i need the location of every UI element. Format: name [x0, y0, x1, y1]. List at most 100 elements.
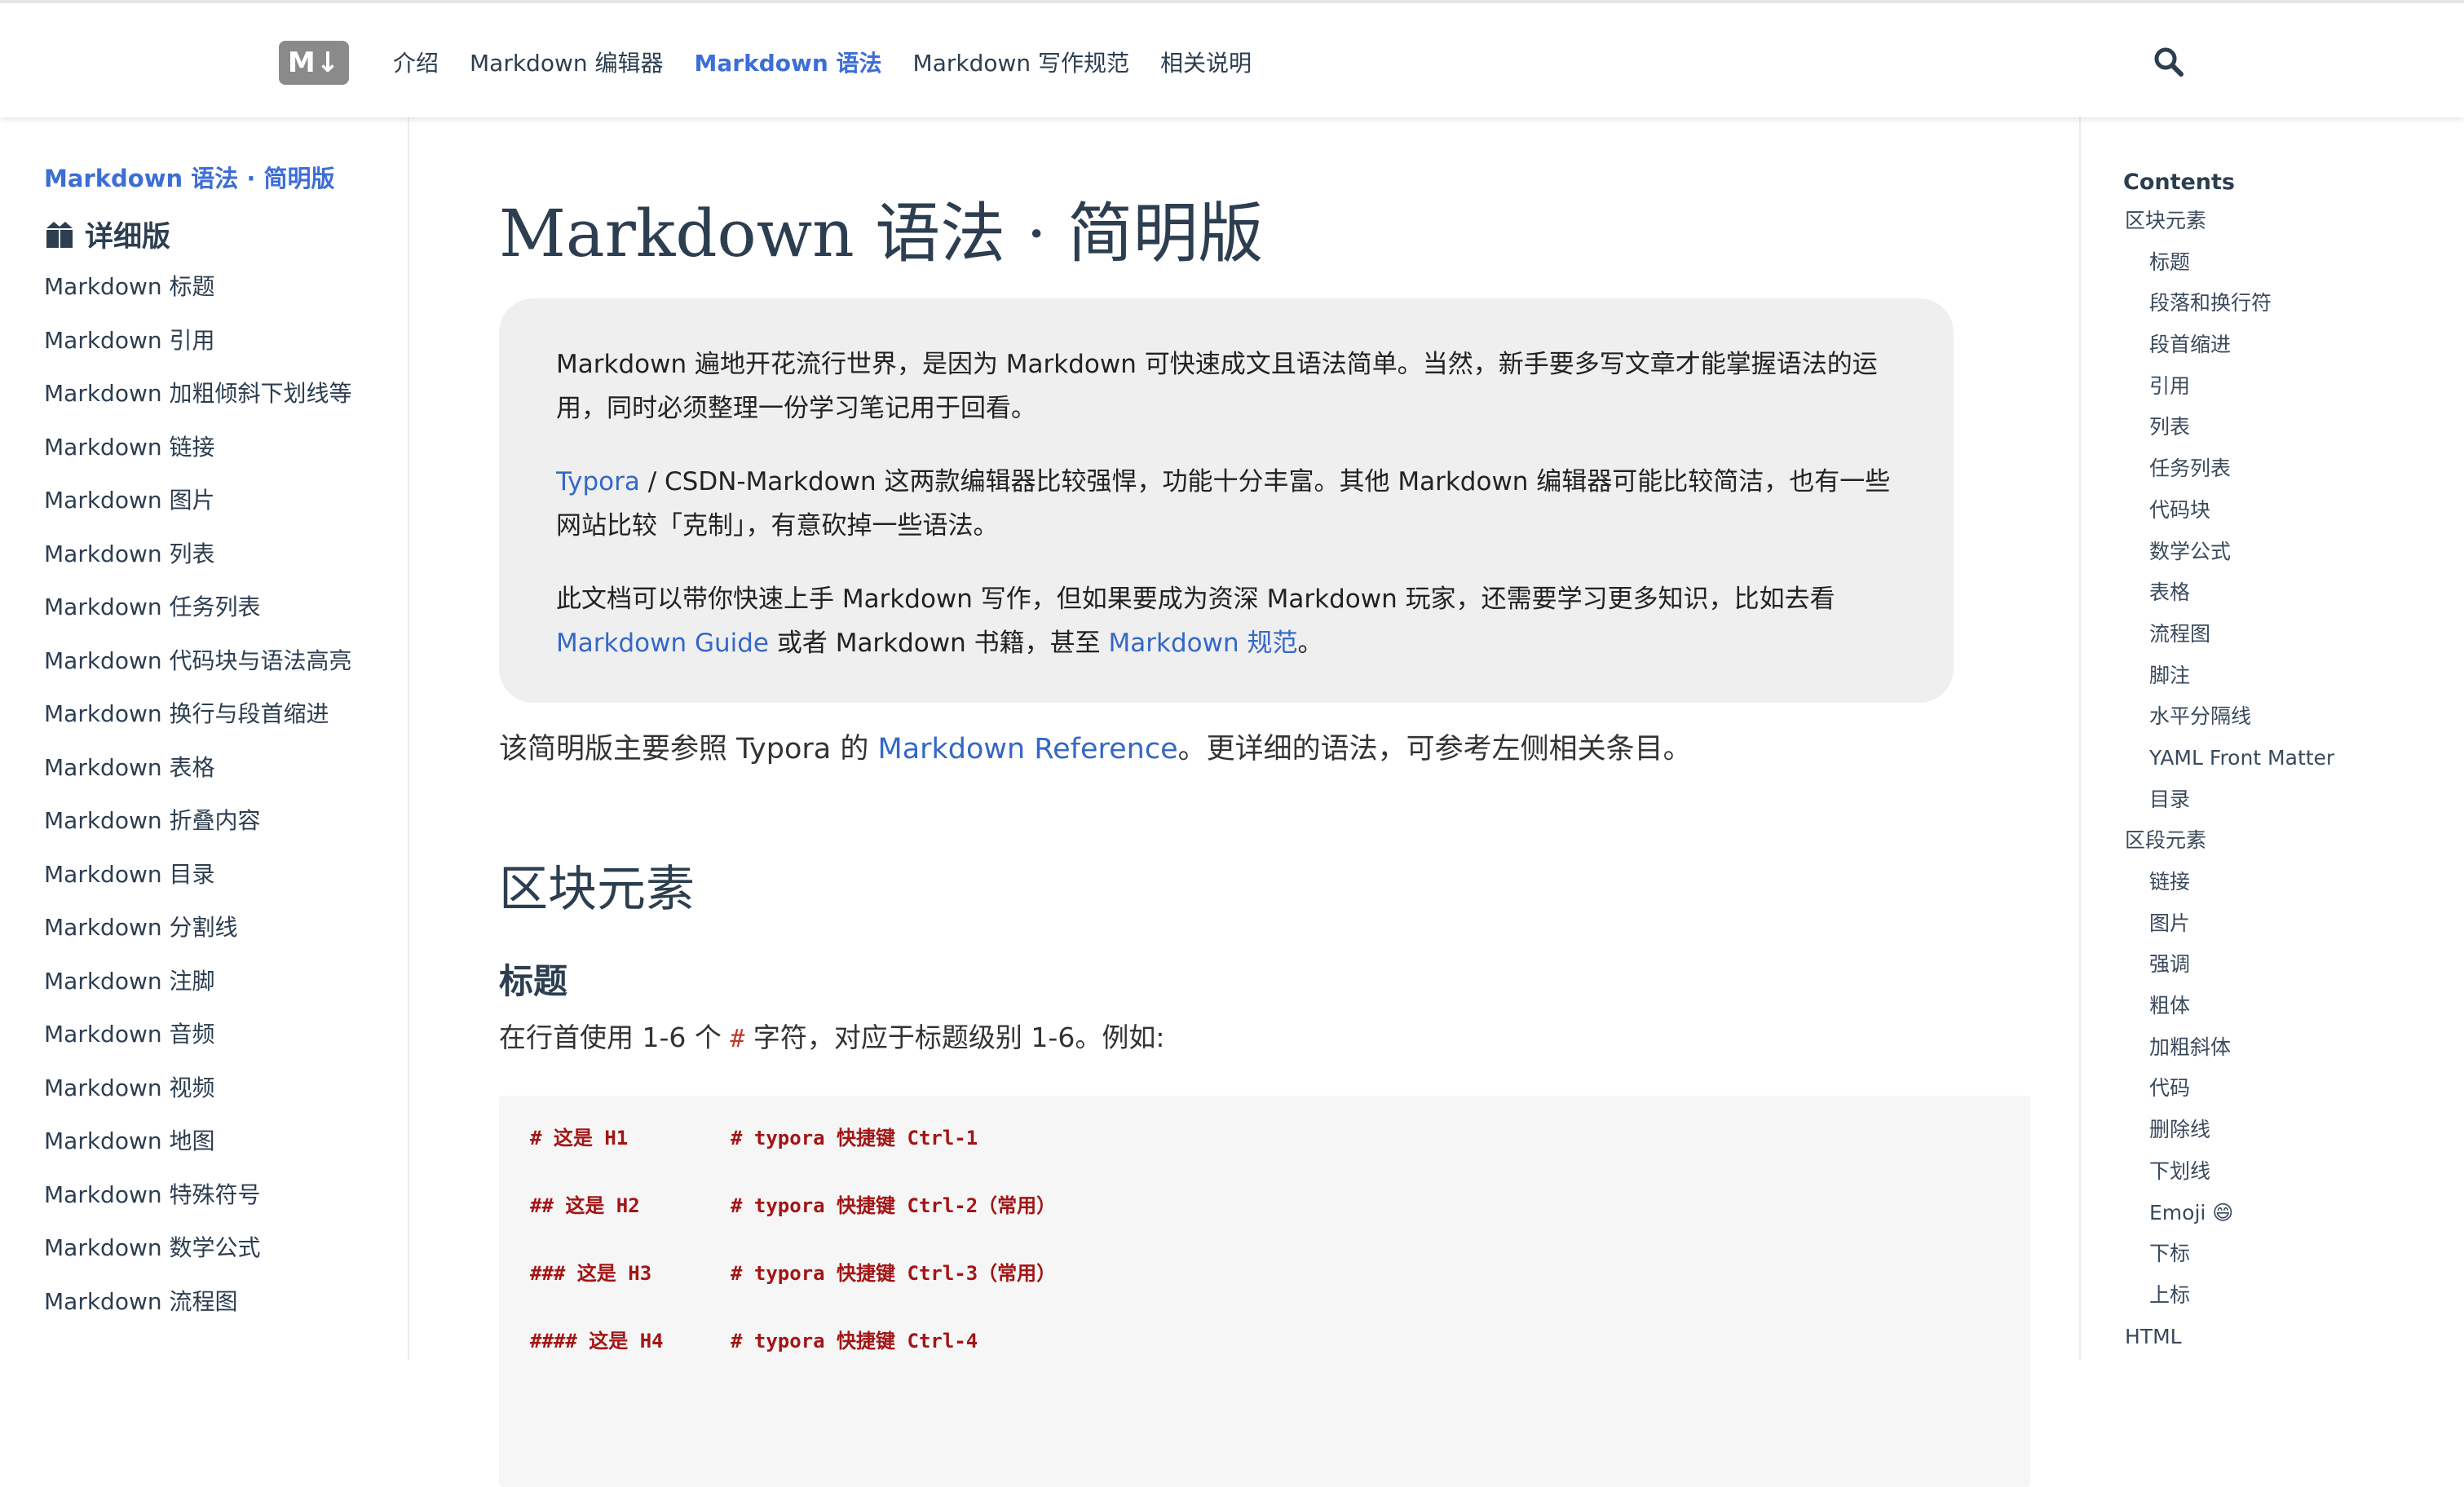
sidebar-group-label: 详细版 — [85, 221, 171, 254]
main-nav: 介绍 Markdown 编辑器 Markdown 语法 Markdown 写作规… — [393, 3, 1283, 121]
section-heading-block-elements: 区块元素 — [499, 861, 695, 918]
markdown-reference-link[interactable]: Markdown Reference — [878, 733, 1178, 766]
intro-paragraph-1: Markdown 遍地开花流行世界，是因为 Markdown 可快速成文且语法简… — [556, 350, 1878, 423]
code-line: # 这是 H1 # typora 快捷键 Ctrl-1 — [499, 1122, 2030, 1189]
intro-paragraph-2-text: / CSDN-Markdown 这两款编辑器比较强悍，功能十分丰富。其他 Mar… — [556, 467, 1891, 541]
sidebar-item[interactable]: Markdown 音频 — [44, 1021, 352, 1075]
nav-item-syntax[interactable]: Markdown 语法 — [695, 46, 882, 78]
toc-section-item[interactable]: 区段元素 — [2081, 828, 2334, 870]
intro-paragraph-3-text: 。 — [1297, 629, 1323, 658]
toc-item[interactable]: 目录 — [2081, 788, 2334, 829]
toc-item[interactable]: 代码块 — [2081, 498, 2334, 540]
sidebar-item[interactable]: Markdown 目录 — [44, 861, 352, 916]
toc-item[interactable]: 图片 — [2081, 911, 2334, 953]
code-text: #### 这是 H4 — [530, 1330, 664, 1352]
lead-paragraph: 该简明版主要参照 Typora 的 Markdown Reference。更详细… — [499, 727, 1692, 771]
sidebar-item[interactable]: Markdown 特殊符号 — [44, 1181, 352, 1236]
markdown-spec-link[interactable]: Markdown 规范 — [1109, 629, 1298, 658]
nav-item-notes[interactable]: 相关说明 — [1160, 46, 1252, 78]
lead-text: 该简明版主要参照 Typora 的 — [499, 733, 878, 766]
code-text: ## 这是 H2 — [530, 1194, 640, 1217]
page-title: Markdown 语法 · 简明版 — [499, 196, 1264, 271]
package-icon — [46, 221, 73, 248]
inline-code: # — [730, 1025, 745, 1053]
sidebar-list: Markdown 标题 Markdown 引用 Markdown 加粗倾斜下划线… — [44, 274, 352, 1342]
search-button[interactable] — [2153, 46, 2185, 78]
sidebar-item[interactable]: Markdown 加粗倾斜下划线等 — [44, 381, 352, 435]
toc-item[interactable]: 下标 — [2081, 1242, 2334, 1283]
toc-item[interactable]: YAML Front Matter — [2081, 746, 2334, 788]
desc-text: 在行首使用 1-6 个 — [499, 1021, 731, 1053]
table-of-contents: Contents 区块元素 标题 段落和换行符 段首缩进 引用 列表 任务列表 代码块 数学公式… — [2079, 117, 2464, 1360]
toc-item[interactable]: 上标 — [2081, 1283, 2334, 1325]
sidebar-item[interactable]: Markdown 列表 — [44, 541, 352, 595]
sidebar-item[interactable]: Markdown 地图 — [44, 1128, 352, 1182]
markdown-guide-link[interactable]: Markdown Guide — [556, 629, 769, 658]
toc-item[interactable]: 下划线 — [2081, 1159, 2334, 1201]
toc-item[interactable]: 表格 — [2081, 580, 2334, 622]
toc-list: 区块元素 标题 段落和换行符 段首缩进 引用 列表 任务列表 代码块 数学公式 表格 流程图 脚注 水平… — [2081, 209, 2334, 1366]
toc-item[interactable]: 水平分隔线 — [2081, 704, 2334, 746]
nav-item-editor[interactable]: Markdown 编辑器 — [470, 46, 664, 78]
code-comment: # typora 快捷键 Ctrl-1 — [731, 1127, 978, 1149]
sidebar-item[interactable]: Markdown 表格 — [44, 754, 352, 809]
sidebar-item[interactable]: Markdown 注脚 — [44, 968, 352, 1022]
toc-item[interactable]: 列表 — [2081, 415, 2334, 457]
nav-item-intro[interactable]: 介绍 — [393, 46, 439, 78]
sidebar-item[interactable]: Markdown 折叠内容 — [44, 808, 352, 862]
markdown-logo[interactable]: M↓ — [279, 41, 349, 85]
toc-item[interactable]: 段落和换行符 — [2081, 291, 2334, 333]
code-comment: # typora 快捷键 Ctrl-3（常用） — [731, 1262, 1057, 1285]
code-comment: # typora 快捷键 Ctrl-4 — [731, 1330, 978, 1352]
toc-item[interactable]: 标题 — [2081, 250, 2334, 292]
intro-paragraph-3: 此文档可以带你快速上手 Markdown 写作，但如果要成为资深 Markdow… — [556, 577, 1897, 665]
sidebar-item[interactable]: Markdown 图片 — [44, 488, 352, 541]
intro-paragraph-3-text: 此文档可以带你快速上手 Markdown 写作，但如果要成为资深 Markdow… — [556, 585, 1835, 614]
toc-item[interactable]: 引用 — [2081, 374, 2334, 416]
toc-item[interactable]: 加粗斜体 — [2081, 1035, 2334, 1077]
toc-title: Contents — [2123, 170, 2236, 195]
toc-section-item[interactable]: 区块元素 — [2081, 209, 2334, 250]
sidebar-group-detailed[interactable]: 详细版 — [44, 214, 170, 255]
toc-item[interactable]: 任务列表 — [2081, 457, 2334, 498]
code-text: # 这是 H1 — [530, 1127, 629, 1149]
typora-link[interactable]: Typora — [556, 467, 640, 496]
toc-item[interactable]: 脚注 — [2081, 664, 2334, 705]
toc-item[interactable]: 删除线 — [2081, 1118, 2334, 1159]
sidebar-item[interactable]: Markdown 分割线 — [44, 915, 352, 969]
code-comment: # typora 快捷键 Ctrl-2（常用） — [731, 1194, 1057, 1217]
sidebar-item[interactable]: Markdown 换行与段首缩进 — [44, 701, 352, 755]
toc-item[interactable]: 流程图 — [2081, 622, 2334, 664]
top-navigation-bar: M↓ 介绍 Markdown 编辑器 Markdown 语法 Markdown … — [0, 0, 2464, 117]
sidebar-item[interactable]: Markdown 流程图 — [44, 1288, 352, 1343]
sidebar-item[interactable]: Markdown 任务列表 — [44, 594, 352, 648]
code-text: ### 这是 H3 — [530, 1262, 652, 1285]
sidebar-item[interactable]: Markdown 标题 — [44, 274, 352, 328]
sidebar-item-concise[interactable]: Markdown 语法 · 简明版 — [44, 160, 334, 194]
intro-callout: Markdown 遍地开花流行世界，是因为 Markdown 可快速成文且语法简… — [499, 298, 1954, 703]
left-sidebar: Markdown 语法 · 简明版 详细版 Markdown 标题 Markdo… — [0, 117, 409, 1360]
toc-item[interactable]: 代码 — [2081, 1076, 2334, 1118]
code-line: #### 这是 H4 # typora 快捷键 Ctrl-4 — [499, 1325, 2030, 1392]
intro-paragraph-3-text: 或者 Markdown 书籍，甚至 — [768, 629, 1109, 658]
code-line: ## 这是 H2 # typora 快捷键 Ctrl-2（常用） — [499, 1189, 2030, 1257]
sidebar-item[interactable]: Markdown 数学公式 — [44, 1235, 352, 1289]
code-block[interactable]: # 这是 H1 # typora 快捷键 Ctrl-1 ## 这是 H2 # t… — [499, 1096, 2030, 1487]
lead-text: 。更详细的语法，可参考左侧相关条目。 — [1177, 733, 1692, 766]
toc-item[interactable]: Emoji 😄 — [2081, 1201, 2334, 1242]
search-icon — [2154, 47, 2184, 77]
sidebar-item[interactable]: Markdown 链接 — [44, 434, 352, 488]
sidebar-item[interactable]: Markdown 视频 — [44, 1074, 352, 1129]
toc-item[interactable]: 链接 — [2081, 870, 2334, 911]
toc-item[interactable]: 粗体 — [2081, 994, 2334, 1035]
sidebar-item[interactable]: Markdown 代码块与语法高亮 — [44, 647, 352, 702]
intro-paragraph-2: Typora / CSDN-Markdown 这两款编辑器比较强悍，功能十分丰富… — [556, 460, 1897, 548]
code-line: ### 这是 H3 # typora 快捷键 Ctrl-3（常用） — [499, 1257, 2030, 1325]
toc-item[interactable]: 强调 — [2081, 952, 2334, 994]
subsection-heading-headings: 标题 — [499, 961, 568, 1001]
toc-item[interactable]: 数学公式 — [2081, 540, 2334, 581]
toc-item[interactable]: 段首缩进 — [2081, 333, 2334, 374]
desc-text: 字符，对应于标题级别 1-6。例如: — [744, 1021, 1165, 1053]
nav-item-writing-guide[interactable]: Markdown 写作规范 — [913, 46, 1130, 78]
sidebar-item[interactable]: Markdown 引用 — [44, 327, 352, 382]
